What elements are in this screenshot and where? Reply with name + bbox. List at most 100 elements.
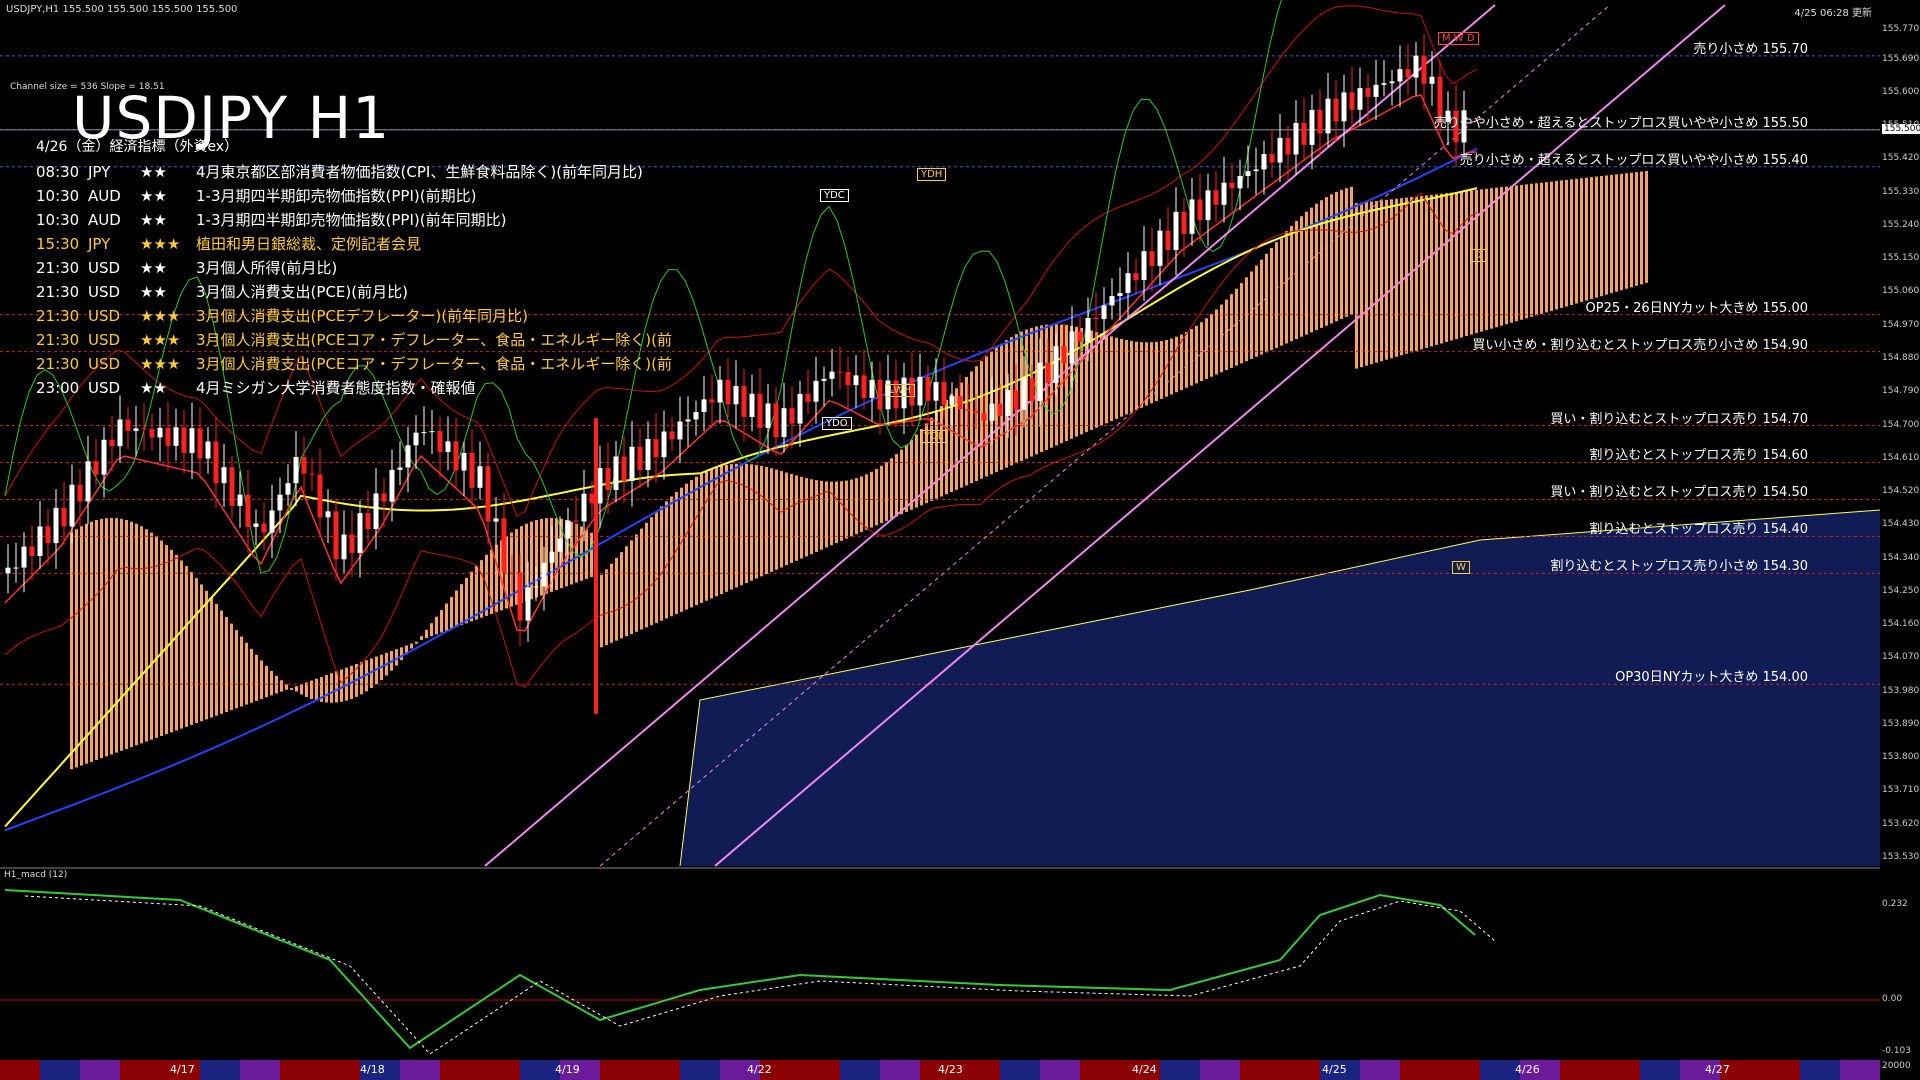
candle-body (1221, 182, 1227, 205)
cloud-bar (635, 534, 638, 632)
date-segment (1160, 1060, 1180, 1080)
date-label: 4/27 (1705, 1063, 1730, 1076)
candle-body (965, 409, 971, 411)
cloud-bar (1355, 203, 1358, 369)
level-label: 買い・割り込むとストップロス売り 154.70 (1550, 411, 1808, 427)
price-axis[interactable]: 155.770155.690155.600155.510155.420155.3… (1880, 0, 1920, 1071)
date-segment (600, 1060, 620, 1080)
cloud-bar (1250, 271, 1253, 359)
candle-body (229, 467, 235, 506)
date-bar[interactable]: 4/17 4/18 4/19 4/22 4/23 4/24 4/25 4/26 4/27 (0, 1060, 1880, 1080)
cloud-bar (675, 491, 678, 615)
cloud-bar (1500, 187, 1503, 326)
event-desc: 3月個人消費支出(PCEコア・デフレーター、食品・エネルギー除く)(前 (196, 355, 672, 373)
candle-body (525, 587, 531, 621)
candle-body (469, 452, 475, 488)
cloud-bar (430, 623, 433, 637)
cloud-bar (765, 467, 768, 575)
date-segment (1000, 1060, 1020, 1080)
date-segment (200, 1060, 220, 1080)
cloud-bar (290, 687, 293, 690)
candle-body (1277, 137, 1283, 163)
candle-body (645, 438, 651, 470)
cloud-bar (590, 532, 593, 578)
cloud-bar (900, 449, 903, 515)
cloud-bar (1090, 330, 1093, 430)
cloud-bar (725, 464, 728, 592)
cloud-bar (340, 669, 343, 702)
cloud-bar (1490, 188, 1493, 329)
cloud-bar (300, 684, 303, 695)
macd-line (4, 889, 1476, 1050)
level-label: 売りやや小さめ・超えるとストップロス買いやや小さめ 155.50 (1433, 115, 1808, 131)
level-label: 売り小さめ・超えるとストップロス買いやや小さめ 155.40 (1459, 152, 1808, 168)
cloud-bar (1175, 336, 1178, 393)
candle-body (341, 534, 347, 560)
candle-body (125, 419, 131, 431)
candle-body (533, 586, 539, 588)
candle-body (869, 379, 875, 398)
date-segment (1100, 1060, 1120, 1080)
tag-lwh: LWH (885, 384, 916, 397)
level-label: 割り込むとストップロス売り小さめ 154.30 (1550, 559, 1808, 575)
cloud-bar (1270, 247, 1273, 351)
candle-body (205, 441, 211, 459)
candle-body (1365, 88, 1371, 97)
candle-body (805, 393, 811, 402)
cloud-bar (820, 480, 823, 550)
cloud-bar (755, 465, 758, 579)
candle-body (933, 382, 939, 401)
tag-w: W (1452, 561, 1470, 574)
cloud-bar (1245, 277, 1248, 362)
cloud-bar (810, 479, 813, 555)
event-stars: ★★ (140, 187, 167, 205)
cloud-bar (1645, 171, 1648, 283)
candle-body (845, 372, 851, 386)
event-currency: JPY (88, 235, 111, 253)
cloud-bar (1365, 202, 1368, 366)
event-stars: ★★ (140, 163, 167, 181)
cloud-bar (1295, 220, 1298, 340)
cloud-bar (1195, 325, 1198, 384)
cloud-bar (1235, 288, 1238, 366)
event-row: 10:30 AUD ★★ 1-3月期四半期卸売物価指数(PPI)(前年同期比) (36, 208, 672, 232)
candle-body (21, 546, 27, 568)
cloud-bar (880, 465, 883, 524)
candle-body (661, 431, 667, 458)
candle-body (157, 427, 163, 438)
candle-body (285, 483, 291, 495)
candle-body (101, 439, 107, 475)
candle-body (725, 379, 731, 405)
date-segment (920, 1060, 940, 1080)
candle-body (1269, 154, 1275, 163)
candle-body (925, 376, 931, 401)
cloud-bar (150, 532, 153, 740)
price-tick: 154.790 (1882, 386, 1920, 397)
cloud-bar (1575, 178, 1578, 304)
candle-body (213, 441, 219, 484)
cloud-bar (1100, 333, 1103, 426)
cloud-bar (680, 487, 683, 612)
cloud-bar (70, 532, 73, 770)
cloud-bar (775, 469, 778, 570)
candle-body (485, 466, 491, 522)
level-label: OP25・26日NYカット大きめ 155.00 (1585, 300, 1808, 316)
cloud-bar (780, 471, 783, 568)
cloud-bar (895, 454, 898, 517)
event-stars: ★★ (140, 283, 167, 301)
price-tick: 153.890 (1882, 718, 1920, 729)
price-tick: 154.610 (1882, 452, 1920, 463)
event-time: 21:30 (36, 259, 80, 277)
candle-body (813, 380, 819, 402)
cloud-bar (740, 463, 743, 586)
date-segment (1080, 1060, 1100, 1080)
candle-body (709, 399, 715, 403)
candle-body (1213, 190, 1219, 205)
price-tick: 155.600 (1882, 86, 1920, 97)
events-list: 08:30 JPY ★★ 4月東京都区部消費者物価指数(CPI、生鮮食料品除く)(前年… (36, 160, 672, 400)
candle-body (53, 507, 59, 544)
cloud-bar (760, 465, 763, 577)
date-segment (680, 1060, 700, 1080)
tag-ydc: YDC (820, 189, 849, 202)
cloud-bar (1390, 199, 1393, 359)
